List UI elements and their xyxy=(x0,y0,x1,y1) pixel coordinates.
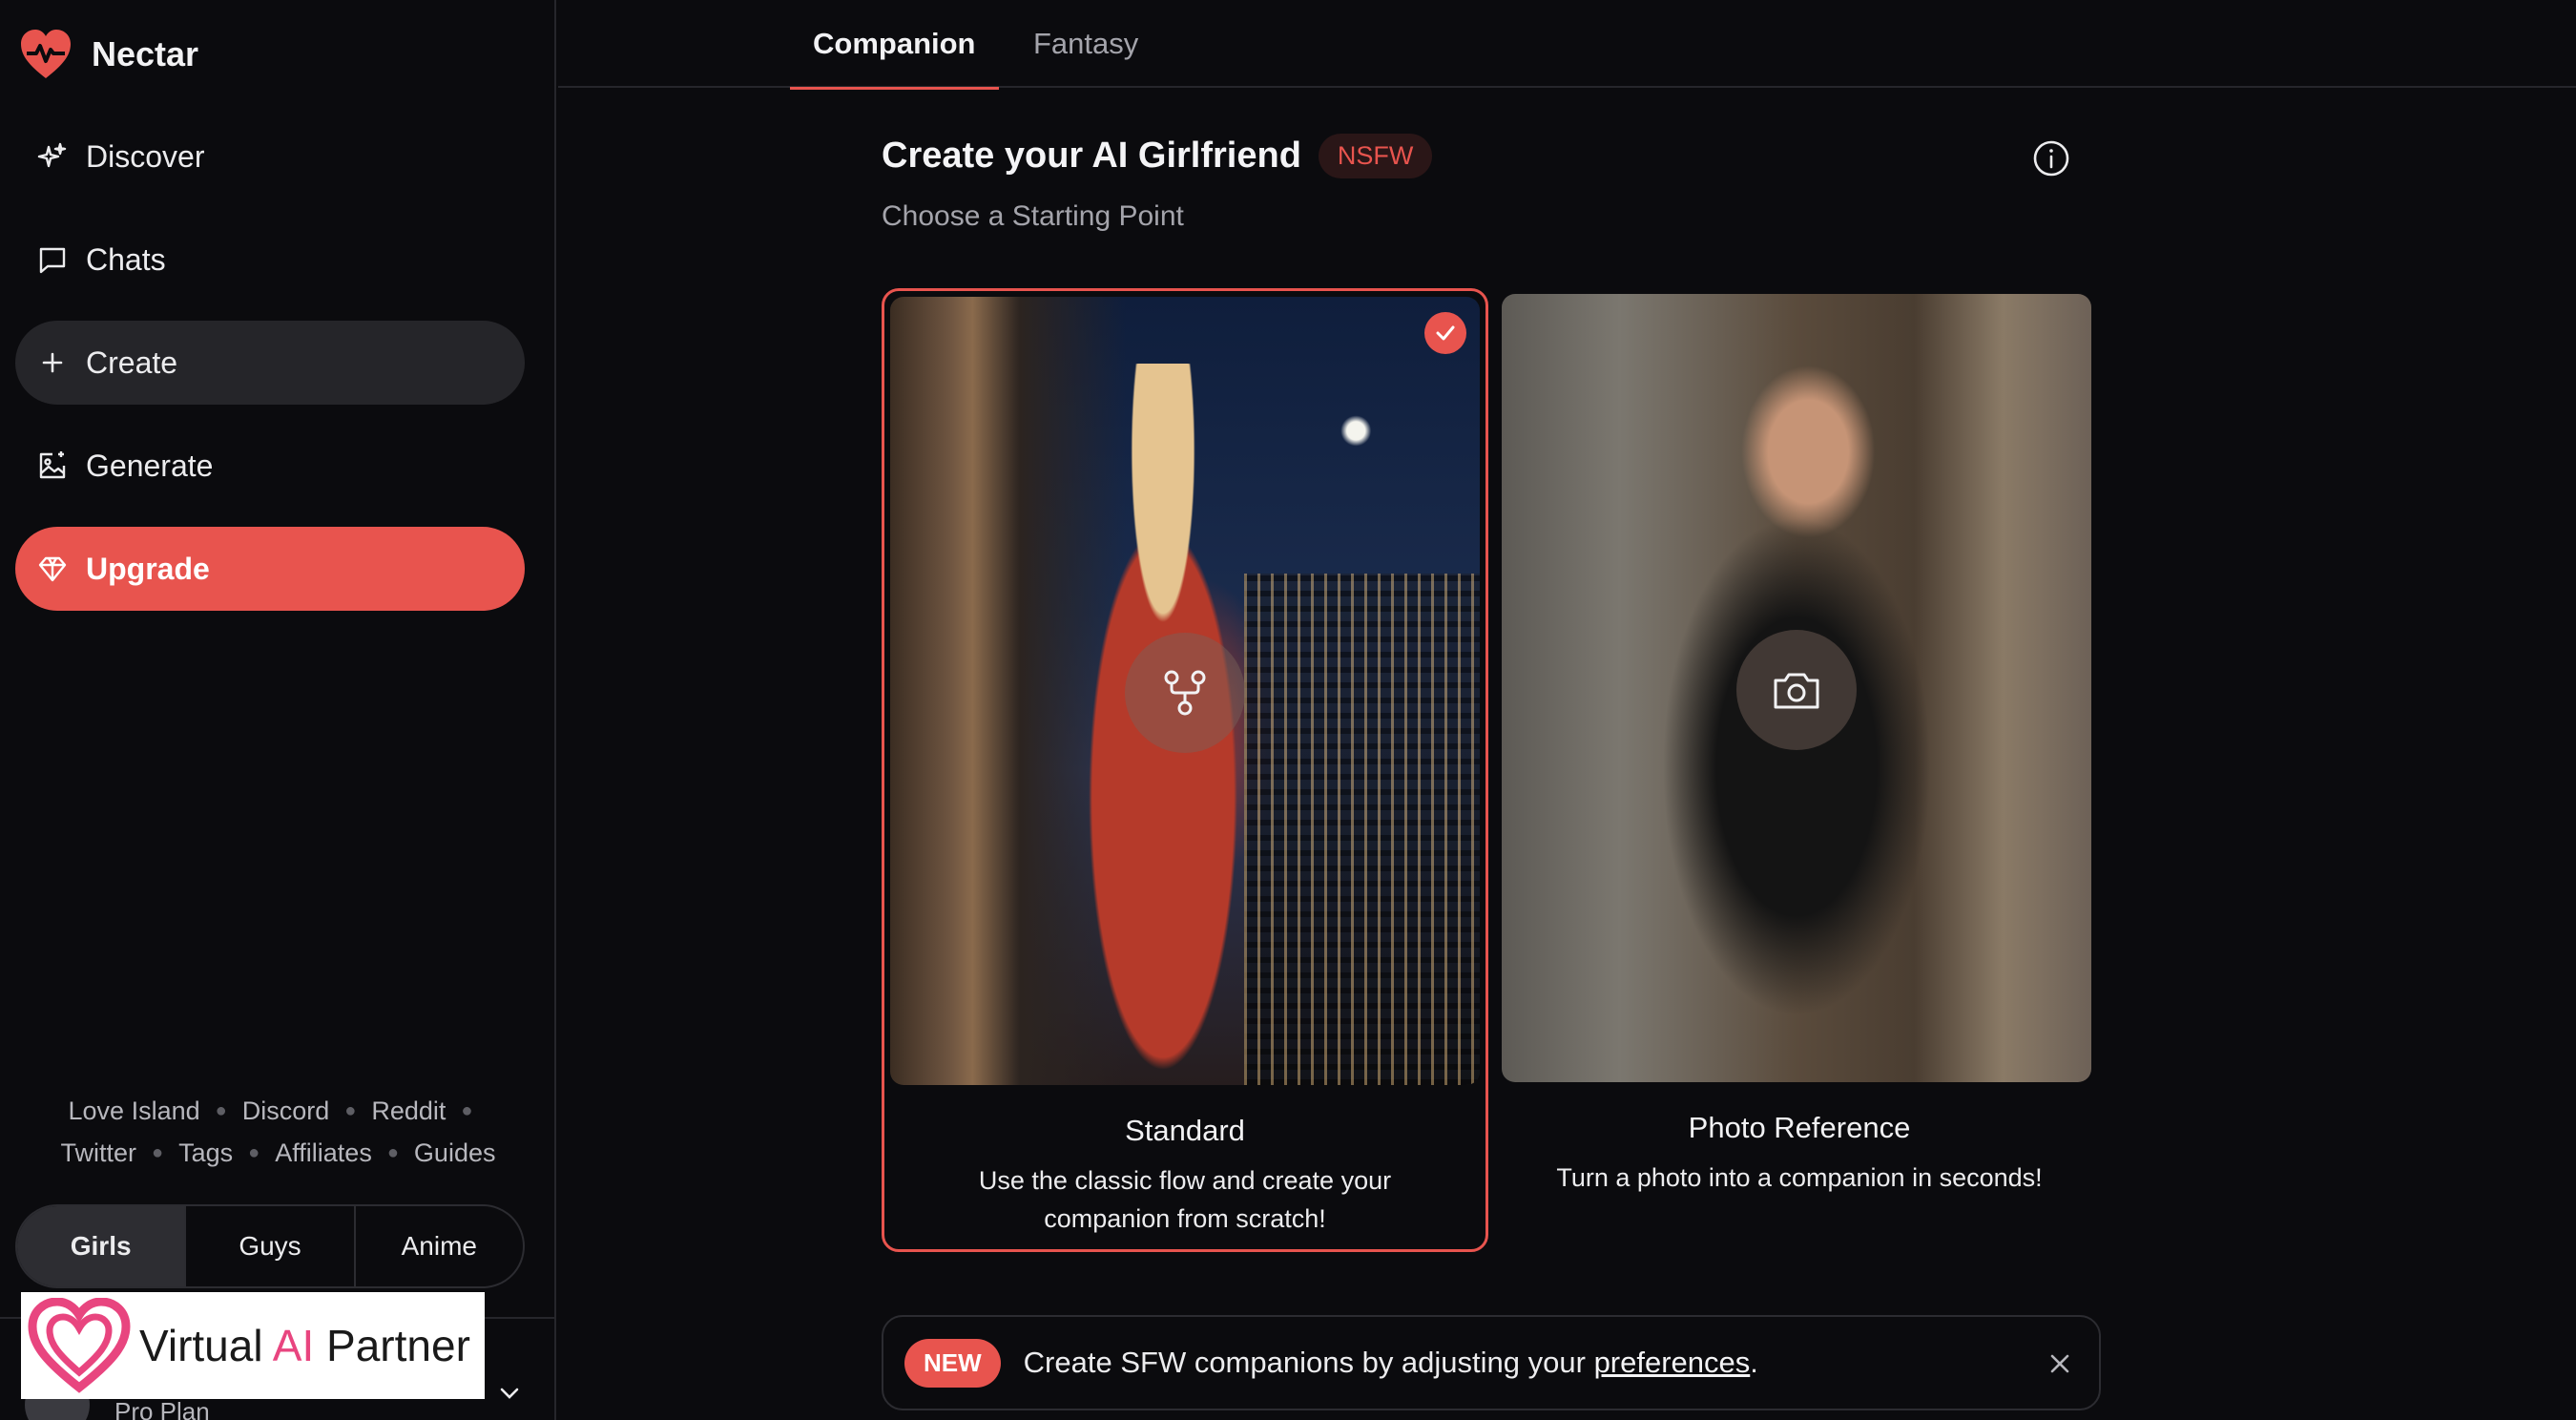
nav-create[interactable]: Create xyxy=(15,321,525,405)
tab-fantasy[interactable]: Fantasy xyxy=(1033,0,1138,88)
mode-tabs: Companion Fantasy xyxy=(558,0,2576,90)
nav-label: Generate xyxy=(86,448,214,483)
footer-link[interactable]: Affiliates xyxy=(275,1132,372,1174)
heart-watermark-icon xyxy=(28,1298,131,1393)
nav-label: Discover xyxy=(86,138,205,174)
card-standard[interactable]: Standard Use the classic flow and create… xyxy=(882,288,1488,1252)
info-icon[interactable] xyxy=(2032,139,2070,178)
nav-label: Create xyxy=(86,345,178,380)
sparkles-icon xyxy=(36,140,69,173)
page-header: Create your AI Girlfriend NSFW xyxy=(882,134,1433,178)
nav-label: Chats xyxy=(86,241,166,277)
chat-bubble-icon xyxy=(36,243,69,276)
nav-chats[interactable]: Chats xyxy=(15,218,525,302)
category-toggle: Girls Guys Anime xyxy=(15,1204,525,1288)
card-description: Use the classic flow and create your com… xyxy=(978,1166,1392,1233)
card-title: Photo Reference xyxy=(1688,1111,1911,1144)
tab-companion[interactable]: Companion xyxy=(790,0,998,90)
nsfw-badge: NSFW xyxy=(1318,134,1433,178)
footer-link[interactable]: Guides xyxy=(414,1132,496,1174)
card-photo-reference[interactable]: Photo Reference Turn a photo into a comp… xyxy=(1496,288,2103,1252)
footer-link[interactable]: Discord xyxy=(242,1090,330,1132)
footer-link[interactable]: Love Island xyxy=(69,1090,200,1132)
page-subtitle: Choose a Starting Point xyxy=(882,200,1184,232)
brand[interactable]: Nectar xyxy=(19,29,198,80)
brand-name: Nectar xyxy=(92,34,199,73)
camera-icon xyxy=(1736,630,1857,750)
segment-anime[interactable]: Anime xyxy=(356,1206,523,1286)
footer-link[interactable]: Tags xyxy=(178,1132,233,1174)
heart-logo-icon xyxy=(21,30,71,78)
plus-icon xyxy=(36,346,69,379)
check-icon xyxy=(1424,312,1466,354)
banner-text: Create SFW companions by adjusting your … xyxy=(1023,1346,1758,1379)
watermark-logo: Virtual AI Partner xyxy=(21,1292,485,1399)
sidebar: Nectar Discover Chats Create Generate Up… xyxy=(0,0,556,1420)
preferences-link[interactable]: preferences xyxy=(1594,1346,1751,1379)
new-badge: NEW xyxy=(904,1338,1001,1388)
plan-label: Pro Plan xyxy=(114,1397,210,1420)
nav-label: Upgrade xyxy=(86,551,210,586)
segment-girls[interactable]: Girls xyxy=(17,1206,187,1286)
card-description: Turn a photo into a companion in seconds… xyxy=(1556,1163,2043,1192)
upgrade-button[interactable]: Upgrade xyxy=(15,527,525,611)
footer-link[interactable]: Twitter xyxy=(61,1132,137,1174)
card-image xyxy=(890,297,1480,1085)
close-icon[interactable] xyxy=(2046,1349,2074,1378)
footer-links: Love Island ● Discord ● Reddit ● Twitter ● T… xyxy=(0,1090,556,1174)
nav-discover[interactable]: Discover xyxy=(15,115,525,198)
watermark-text: Virtual AI Partner xyxy=(139,1321,470,1370)
nav-generate[interactable]: Generate xyxy=(15,424,525,508)
sidebar-nav: Discover Chats Create Generate Upgrade xyxy=(15,115,525,630)
card-image xyxy=(1502,294,2091,1082)
image-edit-icon xyxy=(36,449,69,482)
sfw-banner: NEW Create SFW companions by adjusting y… xyxy=(882,1315,2101,1410)
footer-link[interactable]: Reddit xyxy=(371,1090,446,1132)
card-title: Standard xyxy=(1125,1114,1245,1147)
chevron-down-icon xyxy=(500,1388,519,1399)
flow-icon xyxy=(1125,633,1245,753)
diamond-icon xyxy=(36,553,69,585)
page-title: Create your AI Girlfriend xyxy=(882,136,1301,176)
segment-guys[interactable]: Guys xyxy=(186,1206,356,1286)
